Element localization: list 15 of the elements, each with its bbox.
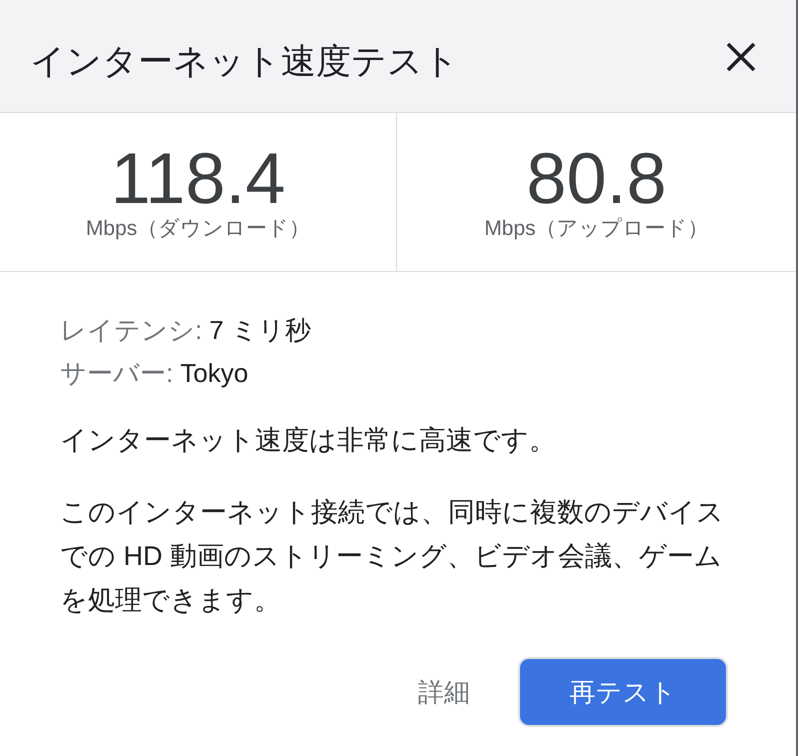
retest-button[interactable]: 再テスト [518,657,728,727]
close-icon [726,43,756,71]
detail-value: Tokyo [180,357,248,390]
speed-value: 80.8 [526,143,667,215]
speed-description: このインターネット接続では、同時に複数のデバイスでの HD 動画のストリーミング、ビデオ会議、ゲームを処理できます。 [60,496,725,617]
speed-unit: Mbps（ダウンロード） [86,217,310,241]
speed-summary: インターネット速度は非常に高速です。 [60,424,557,457]
details-link[interactable]: 詳細 [406,657,482,727]
detail-value: 7 ミリ秒 [209,314,311,347]
close-button[interactable] [726,43,756,71]
speed-unit: Mbps（アップロード） [484,217,709,241]
detail-label: レイテンシ: [60,314,202,347]
dialog-title: インターネット速度テスト [30,41,459,82]
detail-label: サーバー: [60,357,174,390]
speed-value: 118.4 [110,143,286,215]
